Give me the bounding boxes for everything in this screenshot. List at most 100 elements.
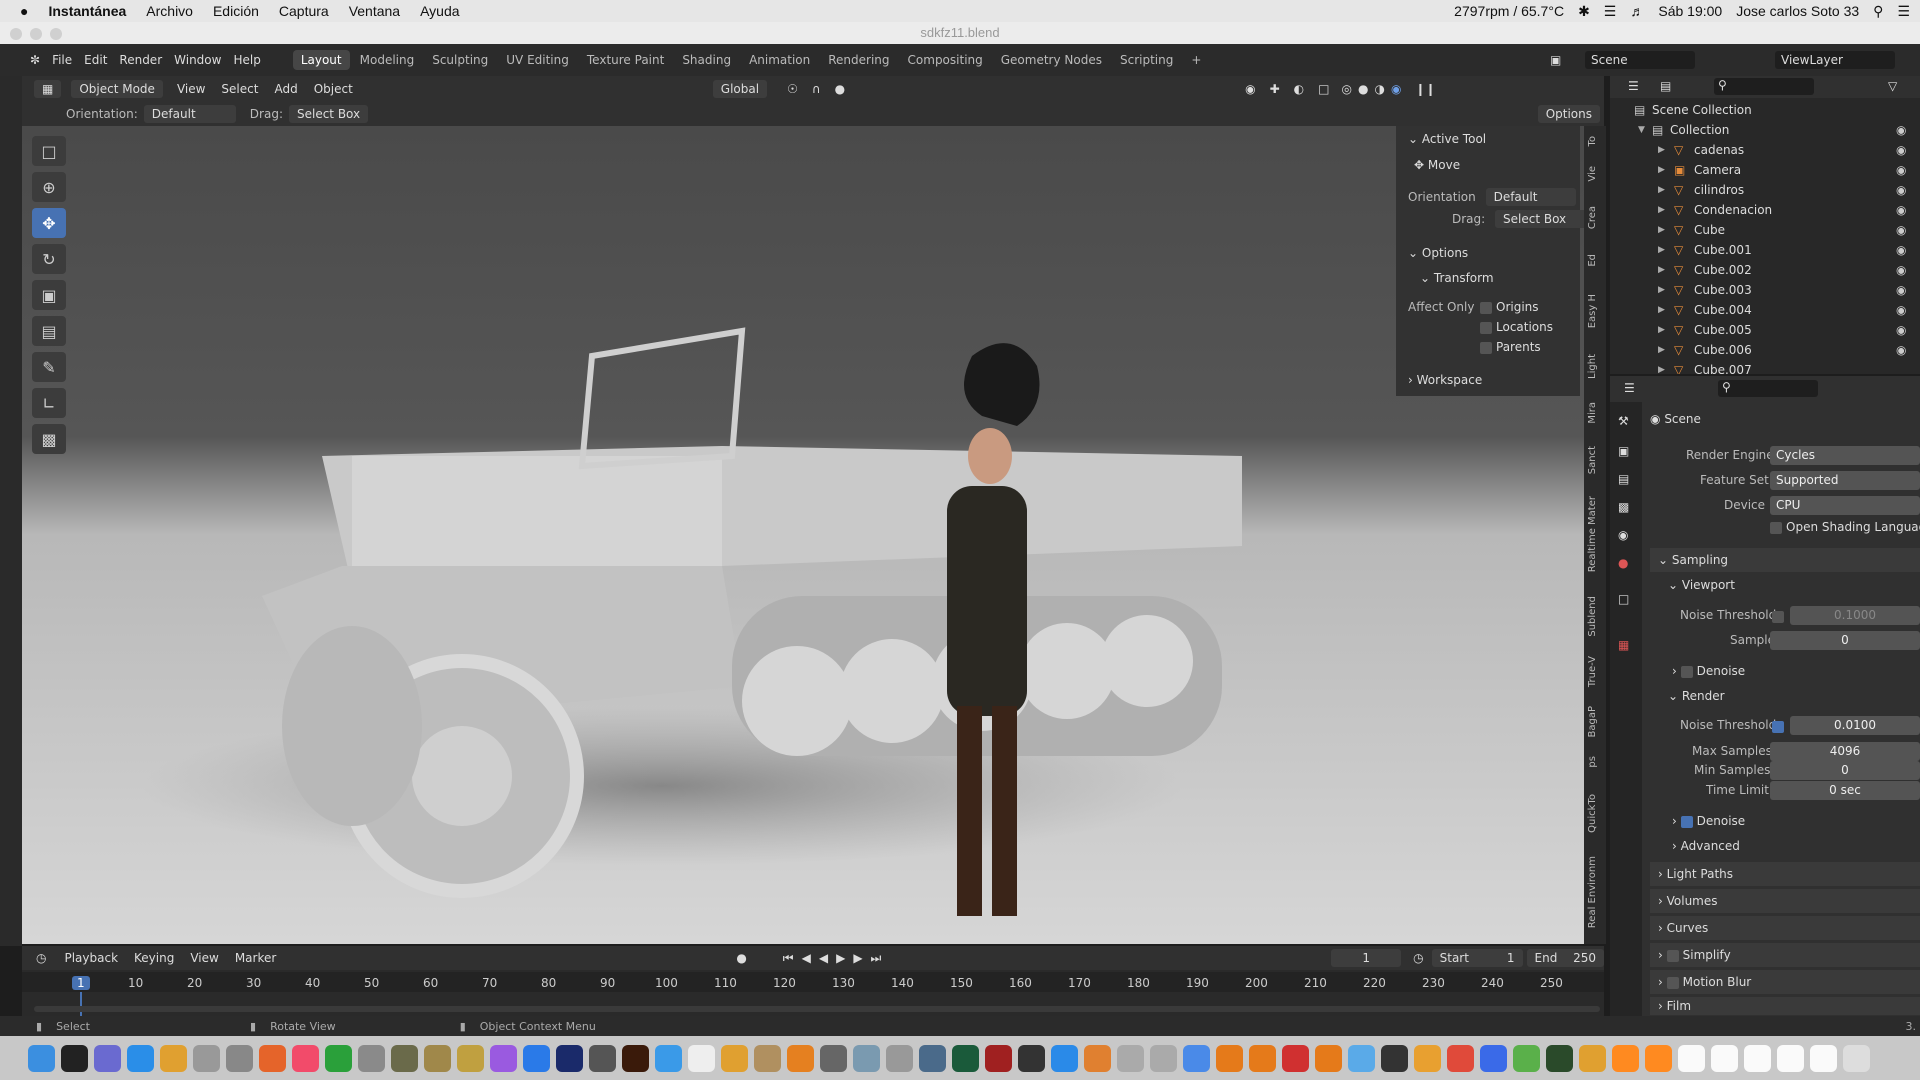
workspace-header[interactable]: › Workspace: [1408, 373, 1482, 387]
feather-icon[interactable]: [1183, 1044, 1210, 1072]
marker-menu[interactable]: Marker: [235, 951, 276, 965]
jump-end-icon[interactable]: ⏭: [871, 951, 882, 966]
outliner-item[interactable]: ▶ ▽ Cube.004 ◉: [1610, 300, 1920, 320]
rendered-shading-icon[interactable]: ◉: [1391, 82, 1401, 96]
tab-sculpting[interactable]: Sculpting: [424, 50, 496, 70]
automator-icon[interactable]: [193, 1044, 220, 1072]
current-frame-field[interactable]: 1: [1331, 949, 1402, 967]
app-menu[interactable]: Instantánea: [48, 3, 126, 19]
close-window-button[interactable]: [10, 28, 22, 40]
eye-icon[interactable]: ◉: [1896, 200, 1906, 220]
tab-crea[interactable]: Crea: [1587, 206, 1598, 229]
outliner-item[interactable]: ▶ ▽ cilindros ◉: [1610, 180, 1920, 200]
play-icon[interactable]: ▶: [836, 951, 845, 965]
xray-icon[interactable]: □: [1318, 82, 1329, 96]
viewport-subpanel-header[interactable]: ⌄ Viewport: [1668, 578, 1735, 592]
menu-captura[interactable]: Captura: [279, 3, 329, 19]
transform-tool-icon[interactable]: ▤: [32, 316, 66, 346]
playback-menu[interactable]: Playback: [64, 951, 118, 965]
texture-props-icon[interactable]: ▦: [1618, 638, 1629, 652]
pivot-icon[interactable]: ☉: [787, 82, 798, 96]
origins-check-box[interactable]: [1480, 301, 1492, 314]
archive-icon[interactable]: [754, 1044, 781, 1072]
expand-icon[interactable]: ▶: [1658, 220, 1665, 240]
start-frame-field[interactable]: Start 1: [1431, 949, 1523, 967]
expand-icon[interactable]: ▶: [1658, 360, 1665, 374]
parents-checkbox[interactable]: Parents: [1480, 340, 1541, 354]
android-icon[interactable]: [1513, 1044, 1540, 1072]
document-icon[interactable]: [1678, 1044, 1705, 1072]
overlay-icon[interactable]: ◐: [1294, 82, 1304, 96]
next-keyframe-icon[interactable]: ▶: [853, 951, 862, 965]
tool-app-2-icon[interactable]: [1150, 1044, 1177, 1072]
clock[interactable]: Sáb 19:00: [1658, 3, 1722, 19]
rotate-tool-icon[interactable]: ↻: [32, 244, 66, 274]
transform-header[interactable]: ⌄ Transform: [1420, 271, 1494, 285]
document-4-icon[interactable]: [1777, 1044, 1804, 1072]
textedit-icon[interactable]: [688, 1044, 715, 1072]
folder-icon[interactable]: [721, 1044, 748, 1072]
illustrator-icon[interactable]: [622, 1044, 649, 1072]
chrome-icon[interactable]: [160, 1044, 187, 1072]
pencil-app-icon[interactable]: [985, 1044, 1012, 1072]
tab-easy-h[interactable]: Easy H: [1587, 294, 1598, 328]
outliner-item[interactable]: ▶ ▽ Cube ◉: [1610, 220, 1920, 240]
photoshop-icon[interactable]: [556, 1044, 583, 1072]
collection-props-icon[interactable]: □: [1618, 592, 1629, 606]
proportional-edit-icon[interactable]: ●: [835, 82, 845, 96]
max-samples-field[interactable]: 4096: [1770, 742, 1920, 761]
expand-icon[interactable]: ▶: [1658, 280, 1665, 300]
tab-ed[interactable]: Ed: [1587, 254, 1598, 267]
tab-bagap[interactable]: BagaP: [1587, 706, 1598, 738]
editor-type-button[interactable]: ▦: [34, 80, 62, 98]
volumes-panel-header[interactable]: › Volumes: [1650, 889, 1920, 913]
menu-window[interactable]: Window: [174, 53, 221, 67]
world-props-icon[interactable]: ●: [1618, 556, 1628, 570]
menu-object[interactable]: Object: [314, 82, 353, 96]
document-5-icon[interactable]: [1810, 1044, 1837, 1072]
expand-icon[interactable]: ▶: [1658, 300, 1665, 320]
s-app-icon[interactable]: [1282, 1044, 1309, 1072]
tab-true-v[interactable]: True-V: [1587, 656, 1598, 687]
terminal-icon[interactable]: [61, 1044, 88, 1072]
filter-icon[interactable]: ▽: [1888, 79, 1897, 93]
cursor-tool-icon[interactable]: ⊕: [32, 172, 66, 202]
eye-icon[interactable]: ◉: [1896, 160, 1906, 180]
origins-checkbox[interactable]: Origins: [1480, 300, 1539, 314]
daz-studio-icon[interactable]: [1381, 1044, 1408, 1072]
blender-2-icon[interactable]: [1249, 1044, 1276, 1072]
outliner-item[interactable]: ▶ ▽ Cube.002 ◉: [1610, 260, 1920, 280]
calculator-icon[interactable]: [919, 1044, 946, 1072]
render-props-icon[interactable]: ▣: [1618, 444, 1629, 458]
vp-denoise-row[interactable]: › Denoise: [1672, 664, 1745, 678]
menu-ventana[interactable]: Ventana: [349, 3, 400, 19]
motion-blur-panel-header[interactable]: › Motion Blur: [1650, 970, 1920, 994]
spotlight-icon[interactable]: ⚲: [1873, 3, 1883, 20]
annotate-tool-icon[interactable]: ✎: [32, 352, 66, 382]
osl-checkbox[interactable]: Open Shading Language: [1770, 520, 1920, 534]
game-icon[interactable]: [424, 1044, 451, 1072]
outliner-item[interactable]: ▶ ▽ Cube.007: [1610, 360, 1920, 374]
timeline-ruler[interactable]: 1 10 20 30 40 50 60 70 80 90 100 110 120…: [22, 972, 1604, 992]
trash-icon[interactable]: [1843, 1044, 1870, 1072]
parents-check-box[interactable]: [1480, 341, 1492, 354]
eye-icon[interactable]: ◉: [1896, 320, 1906, 340]
tab-compositing[interactable]: Compositing: [900, 50, 991, 70]
eye-icon[interactable]: ◉: [1896, 240, 1906, 260]
locations-checkbox[interactable]: Locations: [1480, 320, 1553, 334]
output-props-icon[interactable]: ▤: [1618, 472, 1629, 486]
timeline-editor-icon[interactable]: ◷: [36, 951, 46, 965]
min-samples-field[interactable]: 0: [1770, 761, 1920, 780]
keying-menu[interactable]: Keying: [134, 951, 174, 965]
snap-icon[interactable]: ∩: [812, 82, 821, 96]
mail-icon[interactable]: [886, 1044, 913, 1072]
utorrent-icon[interactable]: [325, 1044, 352, 1072]
bluetooth-app-icon[interactable]: [1480, 1044, 1507, 1072]
tab-modeling[interactable]: Modeling: [352, 50, 423, 70]
tool-props-icon[interactable]: ⚒: [1618, 414, 1629, 428]
select-box-tool-icon[interactable]: □: [32, 136, 66, 166]
vp-denoise-checkbox[interactable]: [1680, 665, 1693, 678]
user-name[interactable]: Jose carlos Soto 33: [1736, 3, 1859, 19]
scene-props-icon[interactable]: ◉: [1618, 528, 1628, 542]
r-noise-threshold-field[interactable]: 0.0100: [1790, 716, 1920, 735]
